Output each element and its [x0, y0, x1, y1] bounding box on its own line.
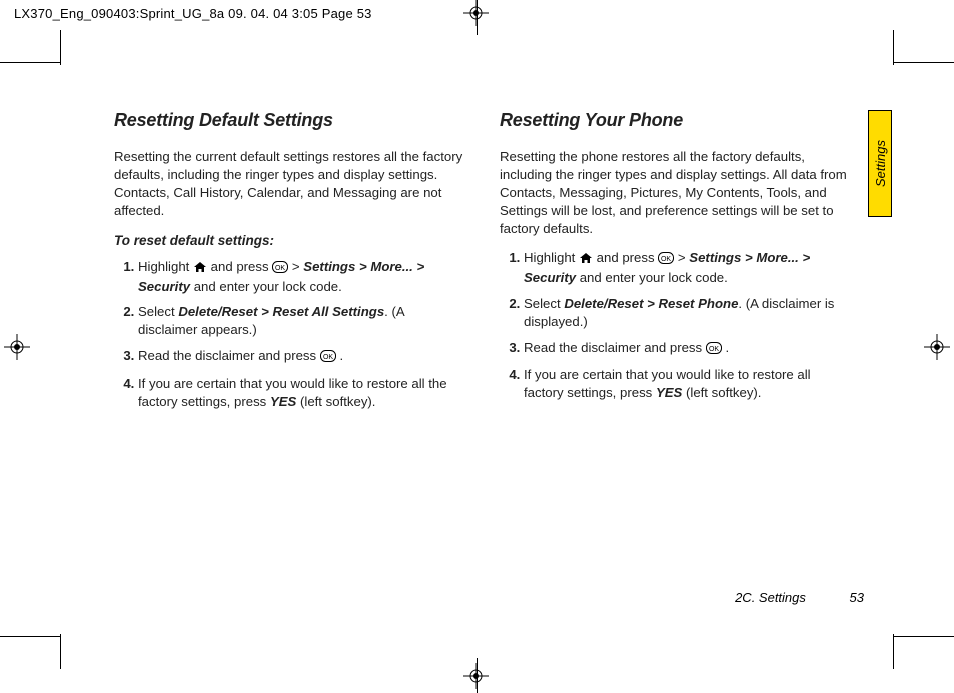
page-footer: 2C. Settings 53: [735, 590, 864, 605]
text: >: [292, 259, 303, 274]
step-item: If you are certain that you would like t…: [524, 366, 850, 402]
softkey-label: YES: [270, 394, 296, 409]
text: Read the disclaimer and press: [524, 340, 706, 355]
text: and enter your lock code.: [576, 270, 728, 285]
steps-list: Highlight and press OK > Settings > More…: [500, 249, 850, 402]
crop-mark-icon: [477, 658, 478, 693]
menu-path: Delete/Reset > Reset Phone: [564, 296, 738, 311]
text: Select: [138, 304, 178, 319]
chapter-label: 2C. Settings: [735, 590, 806, 605]
text: Highlight: [138, 259, 193, 274]
text: (left softkey).: [682, 385, 761, 400]
crop-mark-icon: [893, 634, 894, 669]
page-number: 53: [850, 590, 864, 605]
crop-mark-icon: [894, 636, 954, 637]
text: .: [722, 340, 729, 355]
crop-mark-icon: [893, 30, 894, 65]
svg-text:OK: OK: [709, 346, 719, 353]
step-item: Highlight and press OK > Settings > More…: [524, 249, 850, 287]
step-item: Read the disclaimer and press OK .: [138, 347, 464, 367]
softkey-label: YES: [656, 385, 682, 400]
intro-text: Resetting the current default settings r…: [114, 148, 464, 219]
registration-mark-icon: [924, 334, 950, 360]
home-icon: [579, 251, 593, 269]
text: and press: [211, 259, 273, 274]
text: .: [336, 348, 343, 363]
registration-mark-icon: [4, 334, 30, 360]
svg-text:OK: OK: [661, 256, 671, 263]
crop-mark-icon: [0, 636, 60, 637]
heading-reset-phone: Resetting Your Phone: [500, 108, 850, 132]
step-item: If you are certain that you would like t…: [138, 375, 464, 411]
column-right: Resetting Your Phone Resetting the phone…: [500, 108, 850, 418]
print-header: LX370_Eng_090403:Sprint_UG_8a 09. 04. 04…: [14, 6, 372, 21]
heading-reset-defaults: Resetting Default Settings: [114, 108, 464, 132]
text: (left softkey).: [296, 394, 375, 409]
crop-mark-icon: [60, 634, 61, 669]
text: and press: [597, 250, 659, 265]
crop-mark-icon: [0, 62, 60, 63]
column-left: Resetting Default Settings Resetting the…: [114, 108, 464, 418]
svg-text:OK: OK: [323, 354, 333, 361]
text: and enter your lock code.: [190, 279, 342, 294]
home-icon: [193, 260, 207, 278]
step-item: Select Delete/Reset > Reset Phone. (A di…: [524, 295, 850, 331]
step-item: Highlight and press OK > Settings > More…: [138, 258, 464, 296]
ok-key-icon: OK: [272, 260, 288, 278]
text: Read the disclaimer and press: [138, 348, 320, 363]
step-item: Read the disclaimer and press OK .: [524, 339, 850, 359]
ok-key-icon: OK: [658, 251, 674, 269]
crop-mark-icon: [477, 0, 478, 35]
steps-list: Highlight and press OK > Settings > More…: [114, 258, 464, 411]
svg-text:OK: OK: [275, 265, 285, 272]
subhead: To reset default settings:: [114, 232, 464, 250]
ok-key-icon: OK: [320, 349, 336, 367]
ok-key-icon: OK: [706, 341, 722, 359]
step-item: Select Delete/Reset > Reset All Settings…: [138, 303, 464, 339]
crop-mark-icon: [894, 62, 954, 63]
text: Select: [524, 296, 564, 311]
text: Highlight: [524, 250, 579, 265]
crop-mark-icon: [60, 30, 61, 65]
menu-path: Delete/Reset > Reset All Settings: [178, 304, 384, 319]
page-content: Resetting Default Settings Resetting the…: [114, 108, 884, 418]
text: >: [678, 250, 689, 265]
intro-text: Resetting the phone restores all the fac…: [500, 148, 850, 237]
